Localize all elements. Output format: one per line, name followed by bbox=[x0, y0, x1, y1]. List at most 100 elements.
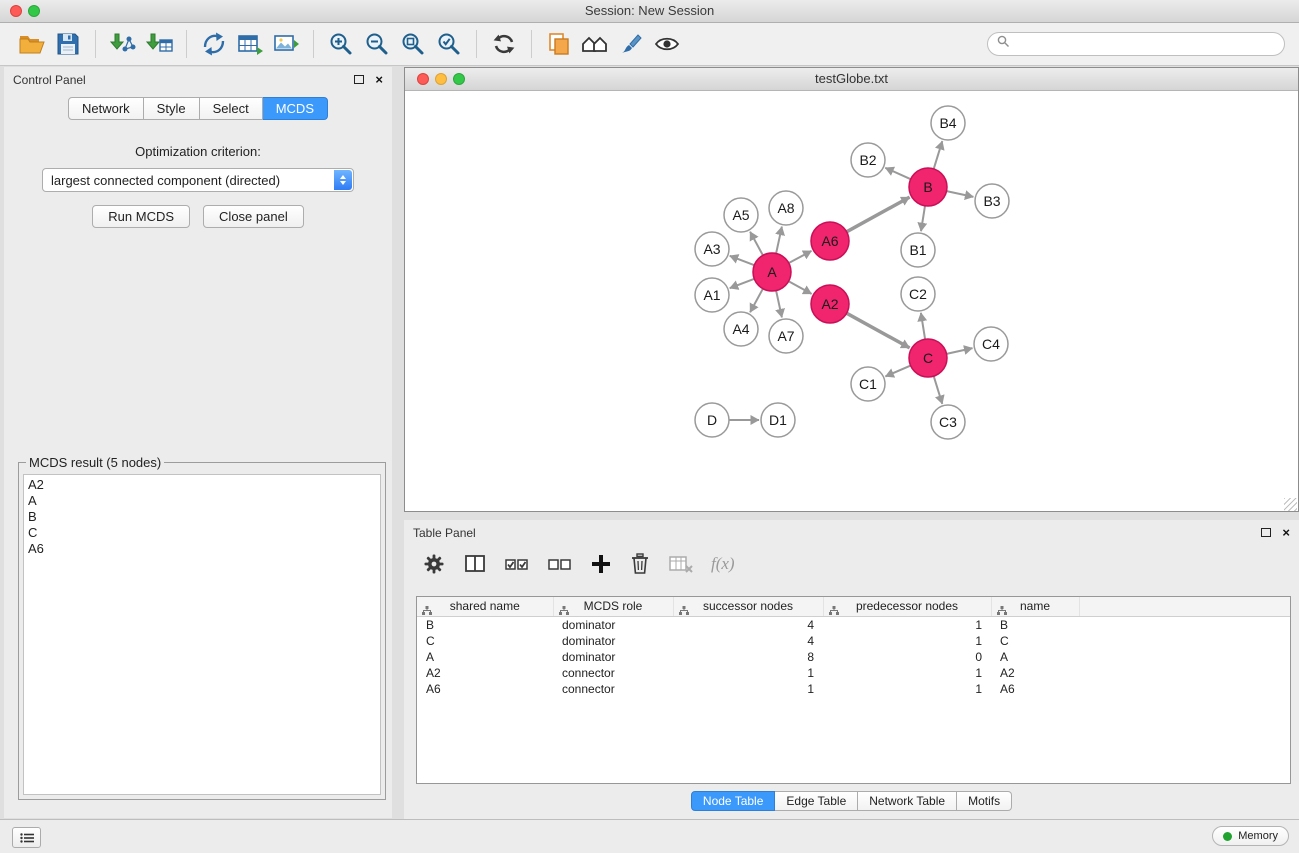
open-session-icon[interactable] bbox=[14, 28, 50, 60]
graph-edge-A-A6[interactable] bbox=[789, 251, 812, 263]
float-panel-icon[interactable] bbox=[1261, 528, 1271, 537]
graph-edge-A-A5[interactable] bbox=[750, 232, 763, 256]
zoom-selected-icon[interactable] bbox=[431, 28, 467, 60]
import-table-file-icon[interactable] bbox=[141, 28, 177, 60]
graph-edge-A-A4[interactable] bbox=[750, 289, 763, 313]
result-item[interactable]: C bbox=[28, 525, 376, 541]
graph-edge-C-C4[interactable] bbox=[947, 348, 973, 354]
graph-node-A1[interactable]: A1 bbox=[695, 278, 729, 312]
graph-node-C3[interactable]: C3 bbox=[931, 405, 965, 439]
zoom-out-icon[interactable] bbox=[359, 28, 395, 60]
graph-edge-A-A7[interactable] bbox=[776, 291, 782, 318]
run-mcds-button[interactable]: Run MCDS bbox=[92, 205, 190, 228]
close-panel-icon[interactable]: × bbox=[1282, 528, 1290, 538]
graph-node-A3[interactable]: A3 bbox=[695, 232, 729, 266]
table-row[interactable]: A6connector11A6 bbox=[417, 681, 1290, 697]
graph-node-A6[interactable]: A6 bbox=[811, 222, 849, 260]
home-overview-icon[interactable] bbox=[577, 28, 613, 60]
close-panel-button[interactable]: Close panel bbox=[203, 205, 304, 228]
minimize-network-window-button[interactable] bbox=[435, 73, 447, 85]
tab-network-table[interactable]: Network Table bbox=[858, 791, 957, 811]
close-window-button[interactable] bbox=[10, 5, 22, 17]
graph-edge-B-B2[interactable] bbox=[885, 168, 910, 179]
graph-node-A8[interactable]: A8 bbox=[769, 191, 803, 225]
search-input[interactable] bbox=[1015, 36, 1275, 52]
graph-edge-A6-B[interactable] bbox=[847, 197, 910, 232]
column-header-predecessor-nodes[interactable]: predecessor nodes bbox=[823, 597, 991, 617]
new-table-icon[interactable] bbox=[232, 28, 268, 60]
graph-edge-C-C2[interactable] bbox=[921, 313, 925, 339]
graph-edge-B-B1[interactable] bbox=[921, 206, 925, 231]
graph-node-B3[interactable]: B3 bbox=[975, 184, 1009, 218]
settings-icon[interactable] bbox=[422, 552, 446, 576]
copy-view-icon[interactable] bbox=[541, 28, 577, 60]
refresh-icon[interactable] bbox=[486, 28, 522, 60]
graph-edge-C-C1[interactable] bbox=[885, 366, 910, 377]
graph-edge-A-A1[interactable] bbox=[730, 279, 755, 288]
table-row[interactable]: Cdominator41C bbox=[417, 633, 1290, 649]
add-row-icon[interactable] bbox=[590, 553, 612, 575]
graph-node-C4[interactable]: C4 bbox=[974, 327, 1008, 361]
graph-edge-A-A2[interactable] bbox=[789, 281, 812, 294]
graph-edge-A2-C[interactable] bbox=[847, 313, 910, 348]
graph-edge-B-B3[interactable] bbox=[947, 191, 974, 197]
export-image-icon[interactable] bbox=[268, 28, 304, 60]
close-panel-icon[interactable]: × bbox=[375, 75, 383, 85]
search-box[interactable] bbox=[987, 32, 1285, 56]
graph-node-B[interactable]: B bbox=[909, 168, 947, 206]
graph-node-C[interactable]: C bbox=[909, 339, 947, 377]
tab-node-table[interactable]: Node Table bbox=[691, 791, 776, 811]
graph-node-C2[interactable]: C2 bbox=[901, 277, 935, 311]
table-row[interactable]: Adominator80A bbox=[417, 649, 1290, 665]
graph-edge-C-C3[interactable] bbox=[934, 376, 943, 404]
save-session-icon[interactable] bbox=[50, 28, 86, 60]
graph-edge-B-B4[interactable] bbox=[934, 141, 943, 169]
resize-handle[interactable] bbox=[1284, 498, 1297, 511]
column-header-successor-nodes[interactable]: successor nodes bbox=[673, 597, 823, 617]
tab-mcds[interactable]: MCDS bbox=[263, 97, 328, 120]
memory-button[interactable]: Memory bbox=[1212, 826, 1289, 846]
delete-row-icon[interactable] bbox=[629, 552, 651, 576]
close-network-window-button[interactable] bbox=[417, 73, 429, 85]
show-hide-icon[interactable] bbox=[649, 28, 685, 60]
table-row[interactable]: Bdominator41B bbox=[417, 617, 1290, 634]
result-item[interactable]: A bbox=[28, 493, 376, 509]
graph-node-C1[interactable]: C1 bbox=[851, 367, 885, 401]
network-canvas[interactable]: B4 B2 B B3 A5 A8A6 B1 A3 A C2 A1 A2 A4 A7 C4 C C1 C3 D D1 bbox=[405, 91, 1298, 512]
graph-node-A7[interactable]: A7 bbox=[769, 319, 803, 353]
zoom-fit-icon[interactable] bbox=[395, 28, 431, 60]
graph-edge-A-A3[interactable] bbox=[730, 256, 755, 265]
float-panel-icon[interactable] bbox=[354, 75, 364, 84]
column-header-mcds-role[interactable]: MCDS role bbox=[553, 597, 673, 617]
graph-node-D1[interactable]: D1 bbox=[761, 403, 795, 437]
tab-motifs[interactable]: Motifs bbox=[957, 791, 1012, 811]
graph-node-A4[interactable]: A4 bbox=[724, 312, 758, 346]
zoom-in-icon[interactable] bbox=[323, 28, 359, 60]
deselect-all-icon[interactable] bbox=[547, 552, 573, 576]
graph-edge-A-A8[interactable] bbox=[776, 227, 782, 254]
tab-network[interactable]: Network bbox=[68, 97, 144, 120]
graph-node-A2[interactable]: A2 bbox=[811, 285, 849, 323]
graph-node-B1[interactable]: B1 bbox=[901, 233, 935, 267]
task-history-button[interactable] bbox=[12, 827, 41, 848]
result-item[interactable]: A6 bbox=[28, 541, 376, 557]
zoom-window-button[interactable] bbox=[28, 5, 40, 17]
new-network-icon[interactable] bbox=[196, 28, 232, 60]
zoom-network-window-button[interactable] bbox=[453, 73, 465, 85]
graph-node-B4[interactable]: B4 bbox=[931, 106, 965, 140]
style-brush-icon[interactable] bbox=[613, 28, 649, 60]
column-header-name[interactable]: name bbox=[991, 597, 1079, 617]
select-all-icon[interactable] bbox=[504, 552, 530, 576]
tab-style[interactable]: Style bbox=[144, 97, 200, 120]
import-network-file-icon[interactable] bbox=[105, 28, 141, 60]
tab-select[interactable]: Select bbox=[200, 97, 263, 120]
graph-node-A5[interactable]: A5 bbox=[724, 198, 758, 232]
tab-edge-table[interactable]: Edge Table bbox=[775, 791, 858, 811]
table-row[interactable]: A2connector11A2 bbox=[417, 665, 1290, 681]
graph-node-D[interactable]: D bbox=[695, 403, 729, 437]
graph-node-A[interactable]: A bbox=[753, 253, 791, 291]
graph-node-B2[interactable]: B2 bbox=[851, 143, 885, 177]
optimization-criterion-dropdown[interactable]: largest connected component (directed) bbox=[42, 168, 354, 192]
result-item[interactable]: B bbox=[28, 509, 376, 525]
result-item[interactable]: A2 bbox=[28, 477, 376, 493]
